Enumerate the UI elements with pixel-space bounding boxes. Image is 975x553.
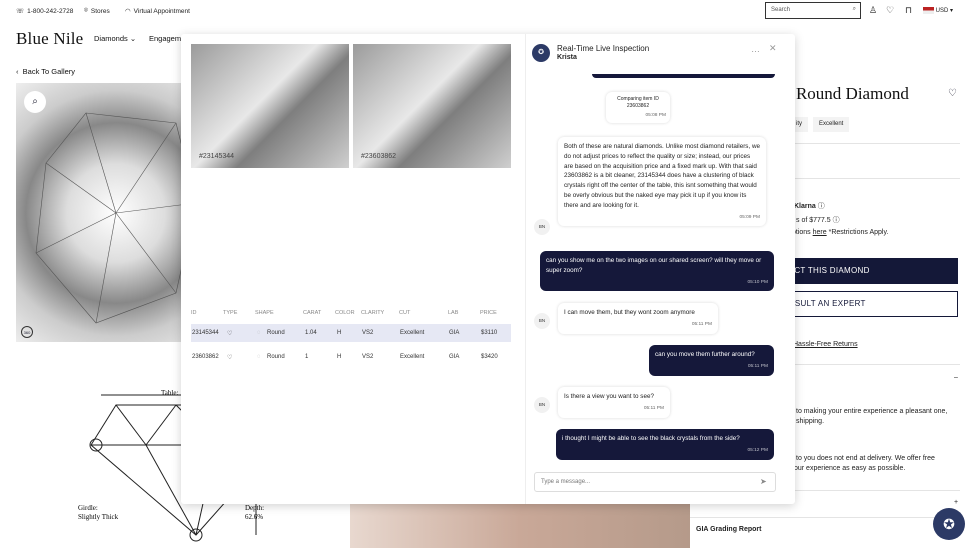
depth-label: Depth:	[245, 504, 264, 512]
currency-selector[interactable]: USD ▾	[923, 7, 953, 14]
service-paragraph-line-2: shipping.	[796, 418, 825, 425]
collapse-icon[interactable]: –	[954, 374, 958, 381]
care-paragraph-line-2: our experience as easy as possible.	[794, 465, 906, 472]
wishlist-icon[interactable]: ♡	[886, 5, 894, 16]
back-to-gallery-link[interactable]: ‹ Back To Gallery	[16, 67, 75, 76]
bag-icon[interactable]: ⊓	[905, 5, 912, 16]
th-cut: CUT	[399, 310, 411, 316]
chat-message-input[interactable]: Type a message...	[534, 472, 776, 492]
th-lab: LAB	[448, 310, 459, 316]
diamond-facets	[35, 112, 196, 324]
expand-icon[interactable]: +	[954, 499, 958, 506]
previous-message-edge	[592, 74, 775, 78]
compare-image-2[interactable]: #23603862	[353, 44, 511, 168]
phone-icon: ☏	[16, 8, 25, 15]
th-shape: SHAPE	[255, 310, 274, 316]
round-shape-icon: ◌	[257, 354, 261, 360]
options-text: ptions here *Restrictions Apply.	[792, 229, 889, 236]
360-view-icon[interactable]: 360	[21, 326, 33, 338]
stores-link[interactable]: ⌾ Stores	[84, 7, 110, 15]
phone-link[interactable]: ☏ 1-800-242-2728	[16, 7, 73, 16]
options-here-link[interactable]: here	[813, 229, 827, 236]
installment-text: s of $777.5 ⓘ	[796, 217, 840, 224]
th-clarity: CLARITY	[361, 310, 385, 316]
nav-diamonds[interactable]: Diamonds ⌄	[94, 34, 136, 43]
agent-avatar: BN	[534, 313, 550, 329]
klarna-label: Klarna ⓘ	[794, 203, 825, 210]
agent-name: Krista	[557, 54, 577, 61]
product-title: t Round Diamond	[787, 84, 909, 103]
favorite-icon[interactable]: ♡	[948, 88, 957, 99]
live-inspection-modal: #23145344 #23603862 ID TYPE SHAPE CARAT …	[181, 34, 795, 504]
girdle-value: Slightly Thick	[78, 513, 119, 521]
table-row[interactable]: 23603862 ♡ ◌ Round 1 H VS2 Excellent GIA…	[191, 348, 511, 366]
minimize-icon[interactable]: …	[751, 44, 760, 54]
table-row[interactable]: 23145344 ♡ ◌ Round 1.04 H VS2 Excellent …	[191, 324, 511, 342]
th-id: ID	[191, 310, 197, 316]
brand-logo[interactable]: Blue Nile	[16, 29, 83, 49]
chat-message-agent: Both of these are natural diamonds. Unli…	[558, 137, 766, 227]
chat-message-user: can you show me on the two images on our…	[540, 251, 774, 292]
diamond-on-hand-image[interactable]	[350, 503, 690, 548]
girdle-label: Girdle:	[78, 504, 98, 512]
care-paragraph-line-1: to you does not end at delivery. We offe…	[796, 455, 935, 462]
table-label: Table:	[161, 389, 178, 397]
th-price: PRICE	[480, 310, 497, 316]
divider	[690, 517, 960, 518]
info-icon[interactable]: ⓘ	[833, 217, 840, 224]
chat-message-agent: I can move them, but they wont zoom anym…	[558, 303, 718, 334]
service-paragraph-line-1: to making your entire experience a pleas…	[796, 408, 948, 415]
compare-image-1[interactable]: #23145344	[191, 44, 349, 168]
diamond-main-image[interactable]	[16, 83, 196, 342]
chat-header: ✪ Real-Time Live Inspection Krista … ✕	[526, 34, 795, 68]
account-icon[interactable]: ♙	[869, 5, 877, 16]
agent-avatar: BN	[534, 219, 550, 235]
system-note: Comparing item ID 23603862 05:08 PM	[606, 92, 670, 123]
gia-grading-report-section[interactable]: GIA Grading Report	[696, 526, 761, 533]
chat-title: Real-Time Live Inspection	[557, 44, 650, 53]
zoom-icon[interactable]: ⌕	[24, 91, 46, 113]
search-icon[interactable]: ⌕	[853, 6, 856, 13]
chat-message-agent: Is there a view you want to see? 05:11 PM	[558, 387, 670, 418]
round-shape-icon: ◌	[257, 330, 261, 336]
search-input[interactable]: Search ⌕	[765, 2, 861, 19]
virtual-appointment-link[interactable]: ◠ Virtual Appointment	[125, 7, 190, 16]
info-icon[interactable]: ⓘ	[818, 203, 825, 210]
chat-panel: ✪ Real-Time Live Inspection Krista … ✕ C…	[525, 34, 795, 504]
depth-value: 62.6%	[245, 513, 263, 521]
headset-icon: ◠	[125, 8, 131, 15]
th-type: TYPE	[223, 310, 238, 316]
nav-engagement[interactable]: Engagem	[149, 34, 181, 43]
th-carat: CARAT	[303, 310, 322, 316]
th-color: COLOR	[335, 310, 355, 316]
chat-message-user: i thought I might be able to see the bla…	[556, 429, 774, 460]
heart-icon[interactable]: ♡	[227, 330, 232, 337]
close-icon[interactable]: ✕	[769, 43, 777, 54]
us-flag-icon	[923, 7, 934, 14]
location-pin-icon: ⌾	[84, 7, 88, 14]
chat-message-user: can you move them further around? 05:11 P…	[649, 345, 774, 376]
agent-avatar: BN	[534, 397, 550, 413]
agent-avatar-icon: ✪	[532, 44, 550, 62]
chat-launcher-icon[interactable]: ✪	[933, 508, 965, 540]
hassle-free-returns-link[interactable]: Hassle-Free Returns	[793, 341, 858, 348]
send-icon[interactable]: ➤	[760, 477, 767, 486]
heart-icon[interactable]: ♡	[227, 354, 232, 361]
spec-chip-cut: Excellent	[813, 117, 850, 132]
